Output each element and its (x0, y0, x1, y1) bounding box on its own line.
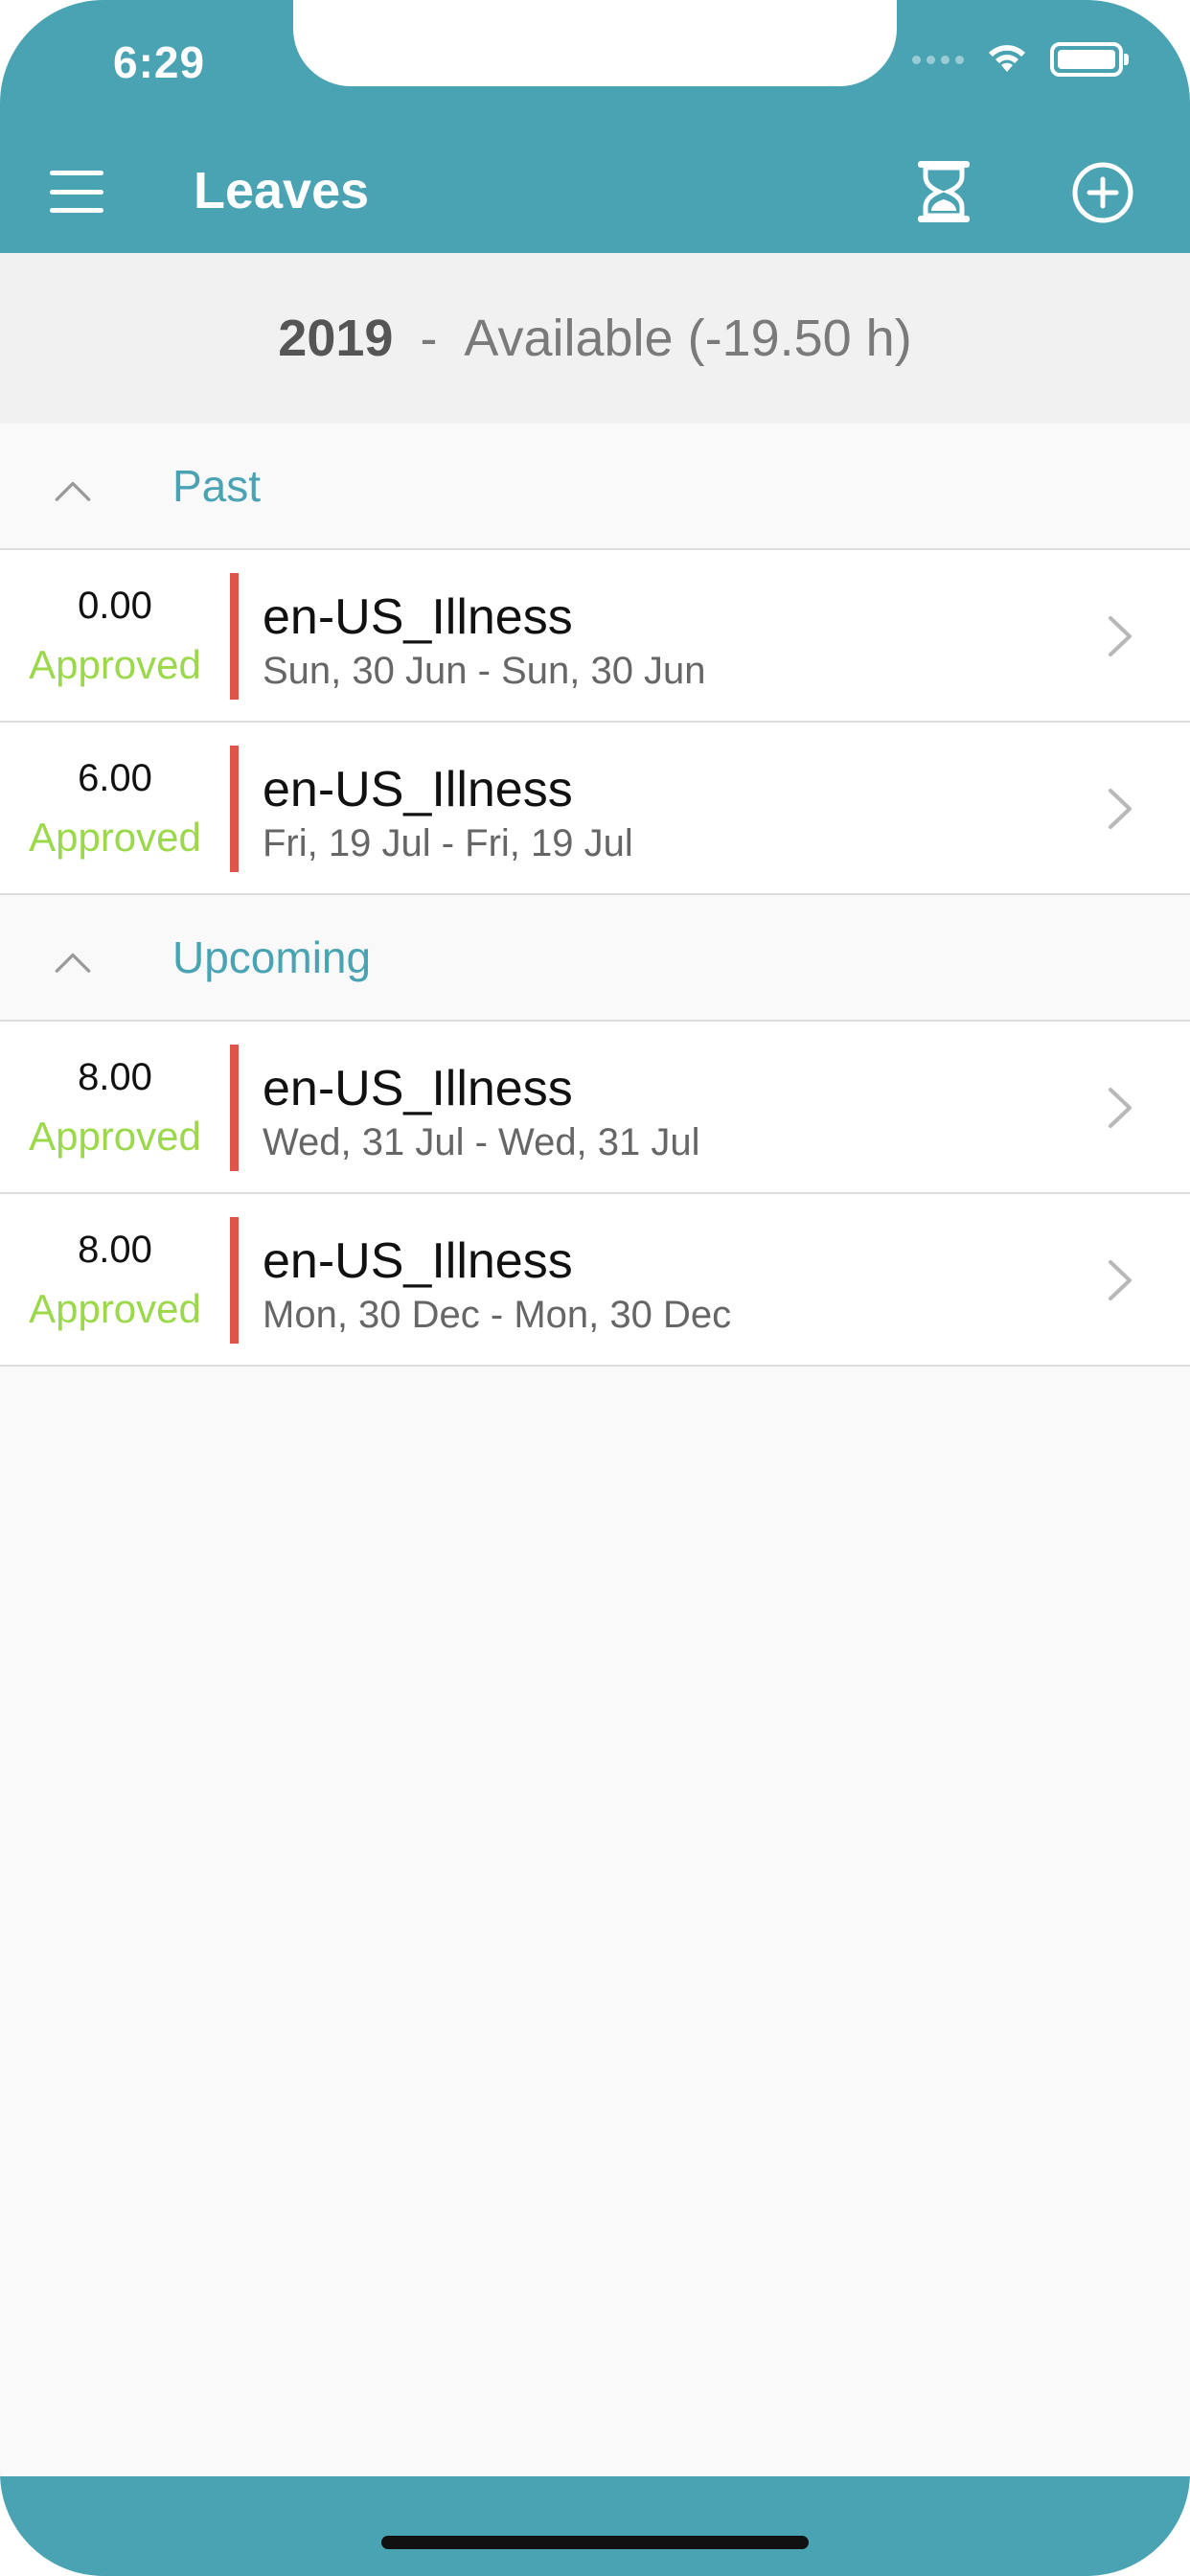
summary-available: Available (-19.50 h) (464, 310, 912, 367)
leave-hours: 8.00 (78, 1056, 152, 1098)
leave-type-color-bar (230, 746, 239, 872)
battery-icon (1050, 42, 1129, 77)
wifi-icon (989, 45, 1025, 72)
chevron-right-icon (1109, 789, 1132, 829)
device-notch (293, 0, 897, 86)
section-header-past[interactable]: Past (0, 424, 1190, 550)
leave-type-color-bar (230, 1217, 239, 1344)
leave-type: en-US_Illness (263, 762, 573, 817)
leave-hours: 6.00 (78, 757, 152, 799)
leave-type-color-bar (230, 1045, 239, 1171)
add-leave-icon[interactable] (1069, 159, 1136, 226)
summary-separator: - (420, 310, 438, 367)
leave-type-color-bar (230, 573, 239, 700)
summary-year: 2019 (278, 310, 394, 367)
leave-hours: 0.00 (78, 585, 152, 627)
leave-hours: 8.00 (78, 1229, 152, 1271)
leave-dates: Wed, 31 Jul - Wed, 31 Jul (263, 1121, 700, 1163)
page-title: Leaves (194, 162, 370, 219)
status-time: 6:29 (113, 37, 206, 87)
leave-row[interactable]: 6.00 Approved en-US_Illness Fri, 19 Jul … (0, 723, 1190, 895)
app-screen: 6:29 Leaves 2019 - Available (-19.50 h) … (0, 0, 1190, 2576)
leave-dates: Fri, 19 Jul - Fri, 19 Jul (263, 822, 633, 864)
leave-row[interactable]: 8.00 Approved en-US_Illness Mon, 30 Dec … (0, 1194, 1190, 1367)
leave-status: Approved (29, 1114, 201, 1159)
chevron-up-icon[interactable] (54, 472, 92, 510)
leave-type: en-US_Illness (263, 1233, 573, 1289)
chevron-right-icon (1109, 1088, 1132, 1128)
year-summary: 2019 - Available (-19.50 h) (0, 253, 1190, 424)
leave-status: Approved (29, 815, 201, 860)
leave-dates: Sun, 30 Jun - Sun, 30 Jun (263, 650, 706, 692)
cellular-signal-icon (912, 55, 964, 64)
leave-row[interactable]: 0.00 Approved en-US_Illness Sun, 30 Jun … (0, 550, 1190, 723)
chevron-up-icon[interactable] (54, 943, 92, 981)
leaves-list[interactable]: 2019 - Available (-19.50 h) Past 0.00 Ap… (0, 253, 1190, 2476)
section-header-upcoming[interactable]: Upcoming (0, 895, 1190, 1022)
leave-type: en-US_Illness (263, 589, 573, 645)
hourglass-icon[interactable] (910, 155, 977, 228)
leave-row[interactable]: 8.00 Approved en-US_Illness Wed, 31 Jul … (0, 1022, 1190, 1194)
leave-type: en-US_Illness (263, 1061, 573, 1116)
section-title: Past (172, 461, 262, 511)
section-title: Upcoming (172, 932, 372, 982)
leave-dates: Mon, 30 Dec - Mon, 30 Dec (263, 1294, 732, 1336)
chevron-right-icon (1109, 616, 1132, 656)
home-indicator[interactable] (381, 2536, 809, 2549)
chevron-right-icon (1109, 1260, 1132, 1300)
navigation-bar: Leaves (0, 134, 1190, 253)
menu-icon[interactable] (50, 165, 103, 218)
leave-status: Approved (29, 1286, 201, 1331)
status-icons (912, 42, 1129, 77)
leave-status: Approved (29, 642, 201, 687)
